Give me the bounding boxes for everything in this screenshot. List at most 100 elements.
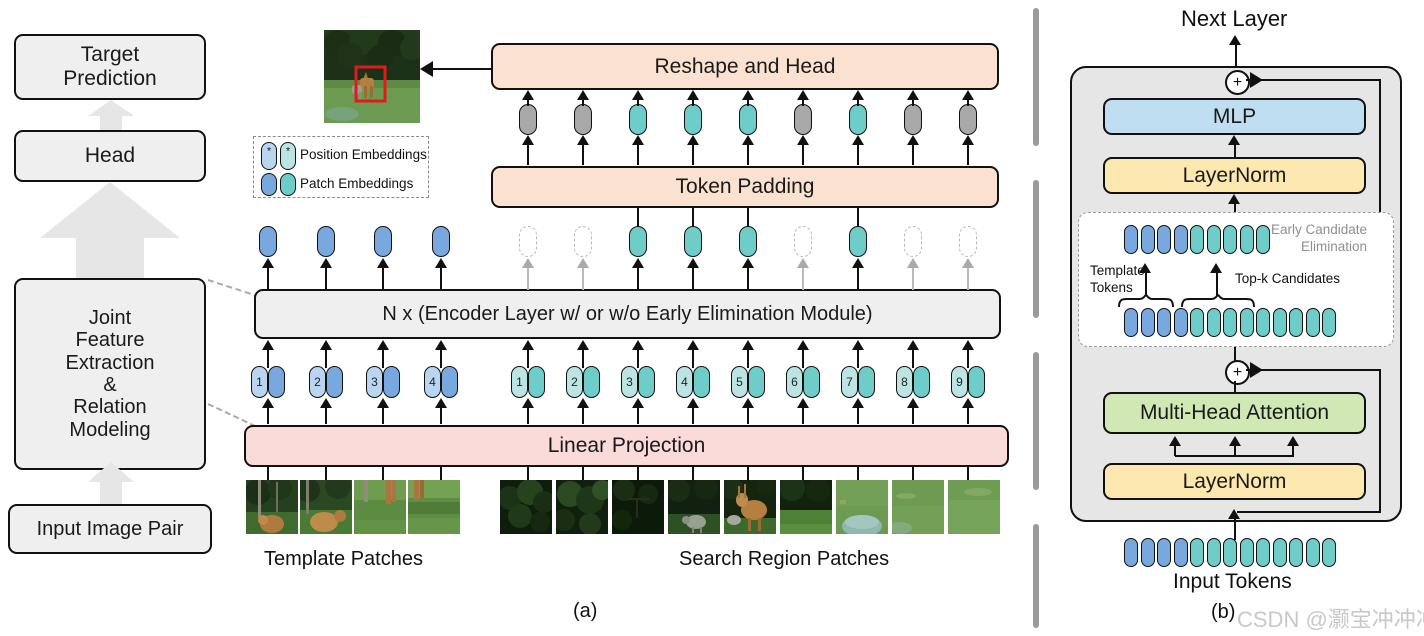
arrow-out-to-reshape [686,90,699,100]
arrow-proj-to-search-token [741,398,754,408]
legend-position-embeddings-label: Position Embeddings [300,147,427,162]
search-token-riser-up [967,348,970,368]
joint-feature-block: Joint Feature Extraction & Relation Mode… [14,278,206,470]
ece-line-2: Elimination [1301,238,1368,254]
joint-line-3: Extraction [65,351,155,374]
ece-output-template-token-2 [1140,225,1155,254]
arrow-encoder-to-search-token [631,258,644,268]
post-encoder-search-token-7 [849,226,867,257]
model-input-template-token-4 [1173,538,1188,567]
arrow-search-token-up [521,340,534,350]
token-padding-riser [747,143,750,165]
qkv-mid-v [1234,446,1237,456]
search-patch-4 [666,476,720,534]
search-patch-embedding-9 [968,366,985,398]
post-enc-search-riser [637,268,640,290]
arrow-to-out-token [521,135,534,145]
output-token-7 [849,104,867,135]
post-encoder-template-token-4 [432,226,450,257]
joint-feature-label: Joint Feature Extraction & Relation Mode… [66,307,155,441]
search-patch-embedding-2 [583,366,600,398]
search-patch-stem [912,467,915,480]
post-enc-search-riser [747,268,750,290]
template-patch-embedding-4 [441,366,458,398]
arrow-to-out-token [851,135,864,145]
residual-add-bottom: + [1225,360,1250,385]
target-prediction-block: Target Prediction [14,34,206,100]
token-padding-block: Token Padding [491,166,999,208]
arrow-qkv-left [1169,436,1181,446]
panel-divider-mid2 [1033,352,1039,490]
template-patch-embedding-2 [326,366,343,398]
template-token-riser-up [325,348,328,368]
search-token-riser-down [857,406,860,424]
reshape-and-head-block: Reshape and Head [491,43,999,90]
topk-candidates-label: Top-k Candidates [1235,271,1341,286]
search-token-number-4: 4 [681,375,688,389]
search-token-number-2: 2 [571,375,578,389]
input-tokens-label: Input Tokens [1173,570,1292,593]
arrow-encoder-to-template-token [434,258,447,268]
template-token-riser-up [267,348,270,368]
arrow-search-token-up [851,340,864,350]
legend-patch-capsule-blue [261,173,277,196]
output-token-5 [739,104,757,135]
arrow-template-token-up [261,340,274,350]
template-patch-stem [267,467,270,480]
ece-output-search-token-3 [1223,225,1237,254]
search-token-riser-down [802,406,805,424]
template-patch-3 [354,480,406,534]
layernorm-top-label: LayerNorm [1182,163,1287,187]
watermark: CSDN @灏宝冲冲冲 [1237,607,1424,632]
mlp-block: MLP [1103,98,1366,135]
arrow-search-token-up [631,340,644,350]
arrow-out-to-reshape [631,90,644,100]
arrow-encoder-to-search-token [961,258,974,268]
post-enc-search-riser [802,268,805,290]
template-token-number-4: 4 [429,375,436,389]
line-mha-plus [1234,381,1237,393]
template-token-riser-down [440,406,443,424]
plus-glyph-bottom: + [1232,363,1243,381]
layernorm-top-block: LayerNorm [1103,157,1366,194]
model-input-template-token-3 [1157,538,1171,567]
post-enc-riser [382,268,385,290]
search-token-riser-down [527,406,530,424]
line-template-brace-up [1145,272,1148,296]
arrow-search-token-up [686,340,699,350]
reshape-and-head-label: Reshape and Head [654,54,836,78]
ece-output-search-token-2 [1206,225,1221,254]
search-patch-3 [612,479,664,534]
model-input-template-token-1 [1124,538,1138,567]
topk-candidates-brace [1181,294,1255,308]
ece-input-template-token-4 [1173,308,1188,337]
arrow-qkv-mid [1229,436,1241,446]
line-input-to-ln-bottom [1234,518,1237,540]
post-encoder-search-token-3 [629,226,647,257]
output-token-2 [574,104,592,135]
arrow-out-to-reshape [521,90,534,100]
early-candidate-elimination-label: Early Candidate Elimination [1271,222,1367,256]
template-tokens-line1: Template [1090,263,1145,278]
post-encoder-search-token-6 [794,226,812,257]
template-patches-label: Template Patches [264,548,423,570]
multi-head-attention-label: Multi-Head Attention [1139,401,1330,425]
ece-output-template-token-3 [1157,225,1171,254]
search-token-riser-up [747,348,750,368]
head-label: Head [84,144,136,168]
post-encoder-template-token-3 [374,226,392,257]
post-enc-riser [267,268,270,290]
ece-input-search-token-6 [1272,308,1287,337]
arrow-joint-to-head [40,182,180,290]
search-patch-stem [747,467,750,480]
search-patch-7 [836,480,888,537]
search-patch-stem [692,467,695,480]
post-encoder-template-token-1 [259,226,277,257]
search-token-number-1: 1 [516,375,523,389]
multi-head-attention-block: Multi-Head Attention [1103,392,1366,434]
template-position-embedding-4: 4 [424,366,441,398]
arrow-proj-to-search-token [576,398,589,408]
target-prediction-label: Target Prediction [63,43,156,90]
qkv-left-v [1174,446,1177,456]
residual-arrow-top [1250,72,1263,88]
